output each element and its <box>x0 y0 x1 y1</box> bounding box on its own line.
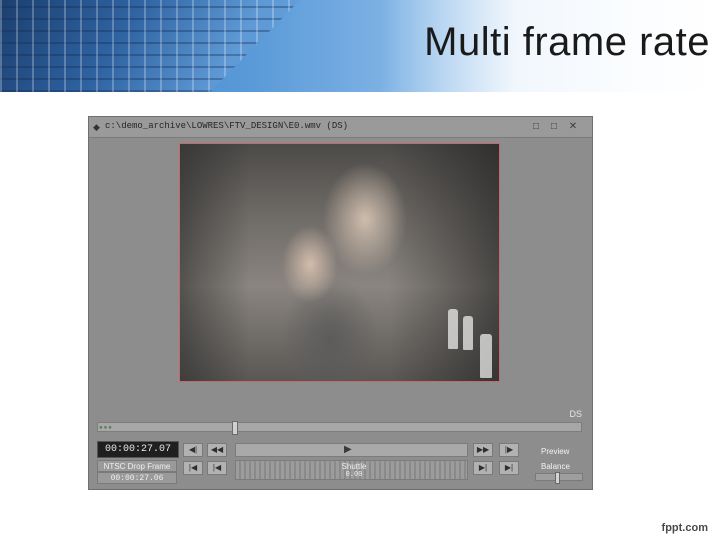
scene-bottle <box>480 334 492 378</box>
scene-bottle <box>448 309 458 349</box>
balance-thumb[interactable] <box>555 472 560 484</box>
shuttle-label: Shuttle <box>341 462 367 471</box>
slide-title: Multi frame rate <box>424 20 710 64</box>
video-frame[interactable] <box>179 143 500 382</box>
timeline-scrubber[interactable]: ●●● <box>97 421 582 435</box>
go-start-button[interactable]: |◀ <box>183 461 203 475</box>
scene-bottle <box>463 316 473 350</box>
preview-label: Preview <box>541 447 570 456</box>
step-back-button[interactable]: |◀ <box>207 461 227 475</box>
prev-mark-button[interactable]: ◀| <box>183 443 203 457</box>
video-shadow-left <box>180 144 250 381</box>
timeline-thumb[interactable] <box>232 421 238 435</box>
balance-label: Balance <box>541 462 570 471</box>
play-panel[interactable]: ▶ <box>235 443 468 457</box>
timecode-display: 00:00:27.07 <box>97 441 179 458</box>
channel-label: DS <box>569 409 582 419</box>
fast-forward-button[interactable]: ▶▶ <box>473 443 493 457</box>
window-titlebar[interactable]: ◆ c:\demo_archive\LOWRES\FTV_DESIGN\E0.w… <box>89 117 592 138</box>
media-player-window: ◆ c:\demo_archive\LOWRES\FTV_DESIGN\E0.w… <box>88 116 593 490</box>
go-end-button[interactable]: ▶| <box>499 461 519 475</box>
timeline-markers: ●●● <box>99 425 113 431</box>
shuttle-value: 0.00 <box>345 471 363 479</box>
play-icon[interactable]: ▶ <box>344 444 352 456</box>
timecode-format-label: NTSC Drop Frame <box>97 460 177 472</box>
shuttle-control[interactable]: Shuttle 0.00 <box>235 460 468 480</box>
maximize-button[interactable]: □ <box>547 120 561 133</box>
close-button[interactable]: ✕ <box>566 120 580 133</box>
balance-slider[interactable] <box>535 472 583 484</box>
slide-banner: Multi frame rate <box>0 0 720 92</box>
window-title: c:\demo_archive\LOWRES\FTV_DESIGN\E0.wmv… <box>105 121 349 131</box>
next-mark-button[interactable]: |▶ <box>499 443 519 457</box>
minimize-button[interactable]: □ <box>529 120 543 133</box>
timecode-secondary: 00:00:27.06 <box>97 472 177 484</box>
rewind-button[interactable]: ◀◀ <box>207 443 227 457</box>
app-icon: ◆ <box>93 122 100 132</box>
watermark: fppt.com <box>661 522 708 534</box>
building-graphic <box>0 0 300 92</box>
step-forward-button[interactable]: ▶| <box>473 461 493 475</box>
